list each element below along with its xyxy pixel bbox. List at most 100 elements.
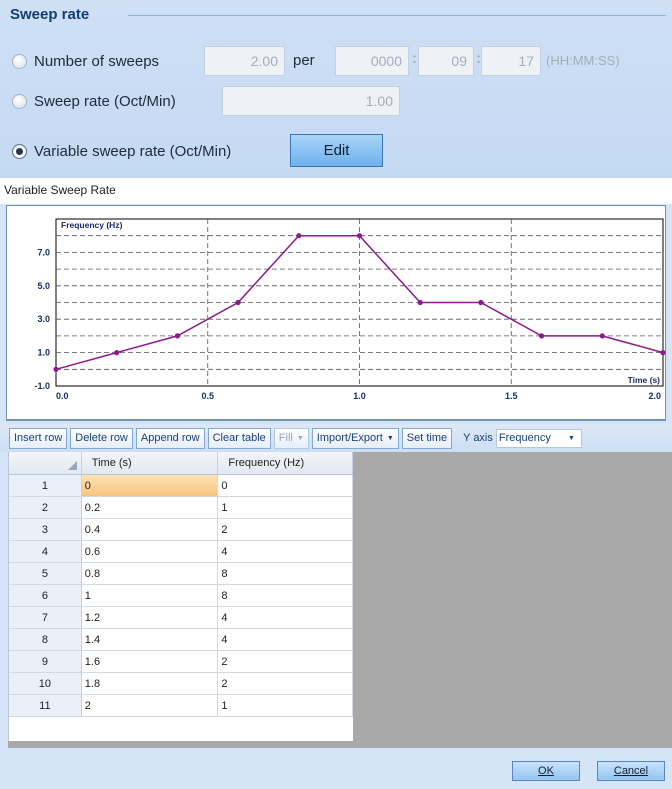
chart-frame: -1.0 1.0 3.0 5.0 7.0 0.0 0.5 1.0 1.5 2.0 Frequency… bbox=[6, 205, 666, 421]
table-row[interactable]: 11 2 1 bbox=[9, 695, 353, 717]
sweep-rate-chart: -1.0 1.0 3.0 5.0 7.0 0.0 0.5 1.0 1.5 2.0 Frequency… bbox=[34, 218, 666, 401]
row-number[interactable]: 8 bbox=[9, 629, 82, 650]
sweeps-count-field[interactable]: 2.00 bbox=[204, 46, 285, 76]
sweep-rate-field[interactable]: 1.00 bbox=[222, 86, 400, 116]
y-tick-label: 5.0 bbox=[37, 281, 50, 291]
row-number[interactable]: 2 bbox=[9, 497, 82, 518]
row-number[interactable]: 1 bbox=[9, 475, 82, 496]
row-number[interactable]: 4 bbox=[9, 541, 82, 562]
data-point bbox=[235, 299, 241, 306]
fill-dropdown-button[interactable]: Fill ▼ bbox=[273, 427, 309, 449]
hours-field[interactable]: 0000 bbox=[335, 46, 409, 76]
cell-frequency[interactable]: 4 bbox=[218, 629, 353, 650]
cell-time[interactable]: 1.2 bbox=[82, 607, 219, 628]
y-tick-label: 1.0 bbox=[37, 348, 50, 358]
ok-button[interactable]: OK bbox=[512, 761, 580, 781]
row-number[interactable]: 9 bbox=[9, 651, 82, 672]
cell-frequency[interactable]: 1 bbox=[218, 695, 353, 716]
x-tick-label: 0.5 bbox=[201, 391, 214, 401]
cell-frequency[interactable]: 0 bbox=[218, 475, 353, 496]
table-row[interactable]: 3 0.4 2 bbox=[9, 519, 353, 541]
insert-row-button[interactable]: Insert row bbox=[9, 427, 68, 449]
cell-time[interactable]: 0.6 bbox=[82, 541, 219, 562]
group-title: Sweep rate bbox=[10, 6, 90, 23]
time-format-hint: (HH:MM:SS) bbox=[546, 53, 620, 68]
sweep-rate-group: Sweep rate Number of sweeps 2.00 per 000… bbox=[0, 0, 672, 178]
option-sweep-rate[interactable]: Sweep rate (Oct/Min) bbox=[12, 86, 176, 116]
grid-empty-area bbox=[8, 741, 672, 748]
table-row[interactable]: 4 0.6 4 bbox=[9, 541, 353, 563]
row-number[interactable]: 10 bbox=[9, 673, 82, 694]
cell-time[interactable]: 1 bbox=[82, 585, 219, 606]
append-row-button[interactable]: Append row bbox=[135, 427, 205, 449]
chevron-down-icon: ▼ bbox=[296, 434, 304, 442]
select-all-corner[interactable] bbox=[9, 452, 82, 474]
option-label: Sweep rate (Oct/Min) bbox=[34, 92, 176, 110]
row-number[interactable]: 3 bbox=[9, 519, 82, 540]
cell-frequency[interactable]: 2 bbox=[218, 673, 353, 694]
seconds-field[interactable]: 17 bbox=[481, 46, 541, 76]
data-table: Time (s) Frequency (Hz) 1 0 0 2 0.2 1 3 0.4 2 4 0.… bbox=[8, 452, 353, 741]
cell-frequency[interactable]: 8 bbox=[218, 585, 353, 606]
fill-label: Fill bbox=[278, 432, 293, 444]
chevron-down-icon: ▼ bbox=[386, 434, 394, 442]
radio-button-icon[interactable] bbox=[12, 53, 27, 69]
table-toolbar: Insert row Delete row Append row Clear t… bbox=[0, 424, 672, 452]
table-row[interactable]: 2 0.2 1 bbox=[9, 497, 353, 519]
data-point bbox=[478, 299, 484, 306]
table-row[interactable]: 7 1.2 4 bbox=[9, 607, 353, 629]
row-number[interactable]: 7 bbox=[9, 607, 82, 628]
y-tick-label: 3.0 bbox=[37, 314, 50, 324]
y-axis-title: Frequency (Hz) bbox=[61, 220, 123, 230]
column-header-time[interactable]: Time (s) bbox=[82, 452, 219, 474]
data-point bbox=[417, 299, 423, 306]
set-time-button[interactable]: Set time bbox=[401, 427, 453, 449]
cell-time[interactable]: 0.8 bbox=[82, 563, 219, 584]
cell-time[interactable]: 0.2 bbox=[82, 497, 219, 518]
cell-frequency[interactable]: 4 bbox=[218, 541, 353, 562]
table-row[interactable]: 10 1.8 2 bbox=[9, 673, 353, 695]
time-separator: : bbox=[412, 50, 417, 67]
table-row[interactable]: 9 1.6 2 bbox=[9, 651, 353, 673]
option-label: Number of sweeps bbox=[34, 52, 160, 70]
table-body: 1 0 0 2 0.2 1 3 0.4 2 4 0.6 4 5 0.8 8 6 1 8 7 1.2 4 8 1.4 4 9 1.6… bbox=[9, 475, 353, 717]
cancel-button[interactable]: Cancel bbox=[597, 761, 665, 781]
import-export-label: Import/Export bbox=[316, 432, 383, 444]
data-point bbox=[599, 333, 605, 339]
row-number[interactable]: 5 bbox=[9, 563, 82, 584]
option-variable-sweep-rate[interactable]: Variable sweep rate (Oct/Min) bbox=[12, 136, 231, 166]
radio-button-icon[interactable] bbox=[12, 93, 27, 109]
per-label: per bbox=[293, 52, 315, 69]
cell-frequency[interactable]: 4 bbox=[218, 607, 353, 628]
cell-frequency[interactable]: 1 bbox=[218, 497, 353, 518]
cell-time[interactable]: 0 bbox=[81, 475, 219, 496]
group-divider bbox=[128, 15, 666, 16]
table-row[interactable]: 5 0.8 8 bbox=[9, 563, 353, 585]
row-number[interactable]: 6 bbox=[9, 585, 82, 606]
x-tick-label: 1.0 bbox=[353, 391, 366, 401]
cell-time[interactable]: 1.8 bbox=[82, 673, 219, 694]
column-header-frequency[interactable]: Frequency (Hz) bbox=[218, 452, 353, 474]
y-axis-select[interactable]: Frequency ▼ bbox=[495, 428, 582, 448]
clear-table-button[interactable]: Clear table bbox=[207, 427, 271, 449]
minutes-field[interactable]: 09 bbox=[418, 46, 474, 76]
table-row[interactable]: 618 bbox=[9, 585, 353, 607]
y-tick-label: -1.0 bbox=[34, 381, 50, 391]
cell-time[interactable]: 1.4 bbox=[82, 629, 219, 650]
option-number-of-sweeps[interactable]: Number of sweeps bbox=[12, 46, 159, 76]
cell-frequency[interactable]: 2 bbox=[218, 519, 353, 540]
table-row[interactable]: 8 1.4 4 bbox=[9, 629, 353, 651]
cell-time[interactable]: 0.4 bbox=[82, 519, 219, 540]
delete-row-button[interactable]: Delete row bbox=[70, 427, 133, 449]
table-row[interactable]: 100 bbox=[9, 475, 353, 497]
cell-time[interactable]: 2 bbox=[82, 695, 219, 716]
cell-frequency[interactable]: 8 bbox=[218, 563, 353, 584]
cell-frequency[interactable]: 2 bbox=[218, 651, 353, 672]
cell-time[interactable]: 1.6 bbox=[82, 651, 219, 672]
row-number[interactable]: 11 bbox=[9, 695, 82, 716]
radio-button-checked-icon[interactable] bbox=[12, 143, 27, 159]
chart-caption: Variable Sweep Rate bbox=[0, 178, 672, 204]
data-point bbox=[174, 333, 180, 339]
import-export-dropdown-button[interactable]: Import/Export ▼ bbox=[311, 427, 399, 449]
edit-button[interactable]: Edit bbox=[290, 134, 383, 167]
